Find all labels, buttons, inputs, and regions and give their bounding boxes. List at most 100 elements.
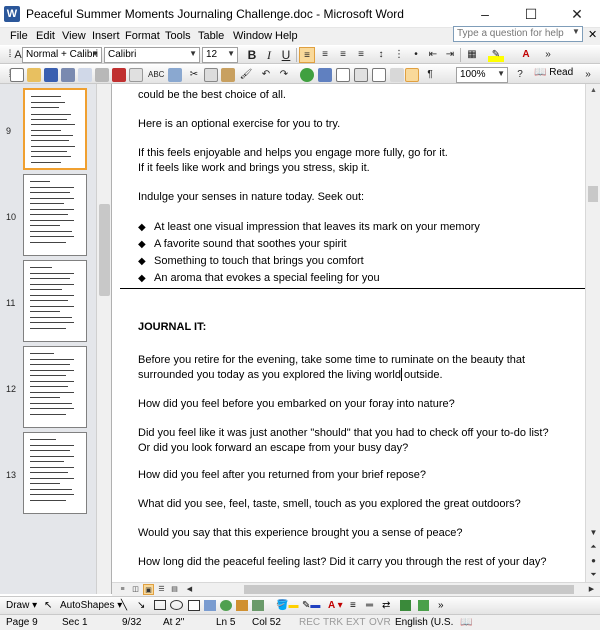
3d-style-icon[interactable] [418, 600, 429, 611]
diagram-icon[interactable] [220, 600, 232, 611]
menu-table[interactable]: Table [198, 30, 224, 42]
hyperlink-icon[interactable] [300, 68, 314, 82]
text-box-icon[interactable] [188, 600, 200, 611]
open-folder-icon[interactable] [27, 68, 41, 82]
thumbnail-page-9[interactable] [23, 88, 87, 170]
help-icon[interactable]: ? [512, 67, 528, 83]
font-size-select[interactable]: 12 ▼ [202, 47, 238, 63]
thumbnail-page-12[interactable] [23, 346, 87, 428]
maximize-button[interactable]: ☐ [508, 0, 554, 28]
line-tool-icon[interactable]: ╲ [121, 600, 127, 611]
document-close-icon[interactable]: ✕ [588, 28, 597, 41]
thumbnail-scrollbar[interactable] [96, 84, 111, 594]
toolbar-options-icon[interactable]: » [580, 67, 596, 83]
menu-file[interactable]: File [10, 30, 28, 42]
line-style-icon[interactable]: ≡ [350, 600, 356, 611]
horizontal-scrollbar[interactable]: ≡ ◫ ▣ ☰ ▤ ◀ ▶ [112, 582, 600, 596]
print-icon[interactable] [95, 68, 109, 82]
autoshapes-menu-button[interactable]: AutoShapes ▾ [60, 600, 122, 611]
columns-icon[interactable] [372, 68, 386, 82]
menu-tools[interactable]: Tools [165, 30, 191, 42]
zoom-select[interactable]: 100% ▼ [456, 67, 508, 83]
print-preview-icon[interactable] [112, 68, 126, 82]
new-document-icon[interactable] [10, 68, 24, 82]
select-browse-object-icon[interactable]: ● [586, 554, 600, 568]
thumbnail-page-10[interactable] [23, 174, 87, 256]
undo-icon[interactable]: ↶ [258, 67, 274, 83]
preview-icon[interactable] [129, 68, 143, 82]
help-dropdown-icon[interactable]: ▼ [572, 27, 580, 36]
research-icon[interactable] [168, 68, 182, 82]
status-rec[interactable]: REC [299, 617, 320, 628]
arrow-tool-icon[interactable]: ↘ [137, 600, 145, 611]
scroll-up-icon[interactable]: ▲ [586, 84, 600, 98]
rectangle-tool-icon[interactable] [154, 600, 166, 610]
document-page[interactable]: could be the best choice of all. Here is… [112, 84, 585, 582]
print-layout-icon[interactable]: ▣ [143, 584, 154, 595]
outline-view-icon[interactable]: ☰ [156, 584, 167, 595]
save-icon[interactable] [44, 68, 58, 82]
thumbnail-scroll-thumb[interactable] [99, 204, 110, 296]
shadow-style-icon[interactable] [400, 600, 411, 611]
permission-icon[interactable] [61, 68, 75, 82]
picture-icon[interactable] [252, 600, 264, 611]
increase-indent-icon[interactable]: ⇥ [442, 47, 458, 63]
menu-insert[interactable]: Insert [92, 30, 120, 42]
read-button[interactable]: 📖 Read [534, 67, 573, 78]
thumbnail-page-13[interactable] [23, 432, 87, 514]
reading-view-icon[interactable]: ▤ [169, 584, 180, 595]
drawing-icon[interactable] [390, 68, 404, 82]
minimize-button[interactable]: – [462, 0, 508, 28]
borders-icon[interactable]: ▦ [464, 47, 480, 63]
horizontal-scroll-thumb[interactable] [244, 585, 574, 594]
arrow-style-icon[interactable]: ⇄ [382, 600, 390, 611]
draw-menu-button[interactable]: Draw ▾ [6, 600, 37, 611]
spelling-status-icon[interactable]: 📖 [460, 617, 472, 628]
align-center-button[interactable]: ≡ [317, 47, 333, 63]
draw-font-color-icon[interactable]: A ▾ [328, 600, 343, 611]
word-app-icon[interactable]: W [4, 6, 20, 22]
line-spacing-icon[interactable]: ↕ [373, 47, 389, 63]
status-ext[interactable]: EXT [346, 617, 365, 628]
fill-color-icon[interactable]: 🪣▬ [276, 600, 298, 611]
decrease-indent-icon[interactable]: ⇤ [425, 47, 441, 63]
underline-button[interactable]: U [278, 47, 294, 63]
email-icon[interactable] [78, 68, 92, 82]
redo-icon[interactable]: ↷ [276, 67, 292, 83]
vertical-scrollbar[interactable]: ▲ ▼ ⏶ ● ⏷ [585, 84, 600, 582]
close-button[interactable]: ✕ [554, 0, 600, 28]
normal-view-icon[interactable]: ≡ [117, 584, 128, 595]
align-right-button[interactable]: ≡ [335, 47, 351, 63]
oval-tool-icon[interactable] [170, 600, 183, 610]
document-map-icon[interactable] [405, 68, 419, 82]
cut-icon[interactable]: ✂ [186, 67, 202, 83]
menu-window[interactable]: Window [233, 30, 272, 42]
status-ovr[interactable]: OVR [369, 617, 391, 628]
previous-page-icon[interactable]: ⏶ [586, 540, 600, 554]
italic-button[interactable]: I [261, 47, 277, 63]
insert-excel-icon[interactable] [354, 68, 368, 82]
spelling-icon[interactable]: ABC [148, 67, 164, 83]
next-page-icon[interactable]: ⏷ [586, 568, 600, 582]
copy-icon[interactable] [204, 68, 218, 82]
status-trk[interactable]: TRK [323, 617, 343, 628]
scroll-left-icon[interactable]: ◀ [184, 584, 195, 595]
font-select[interactable]: Calibri ▼ [104, 47, 200, 63]
justify-button[interactable]: ≡ [353, 47, 369, 63]
font-color-icon[interactable]: A [518, 47, 534, 63]
bullets-icon[interactable]: • [408, 47, 424, 63]
style-select[interactable]: Normal + Calibri ▼ [22, 47, 102, 63]
tables-borders-icon[interactable] [318, 68, 332, 82]
thumbnail-page-11[interactable] [23, 260, 87, 342]
numbering-icon[interactable]: ⋮ [391, 47, 407, 63]
web-view-icon[interactable]: ◫ [130, 584, 141, 595]
insert-table-icon[interactable] [336, 68, 350, 82]
format-painter-icon[interactable]: 🖌 [238, 67, 254, 83]
paste-icon[interactable] [221, 68, 235, 82]
show-hide-icon[interactable]: ¶ [422, 67, 438, 83]
menu-help[interactable]: Help [275, 30, 298, 42]
scroll-right-icon[interactable]: ▶ [586, 584, 597, 595]
help-search-input[interactable]: Type a question for help [453, 26, 583, 42]
line-color-icon[interactable]: ✎▬ [302, 600, 320, 611]
toolbar-options-icon[interactable]: » [540, 47, 556, 63]
